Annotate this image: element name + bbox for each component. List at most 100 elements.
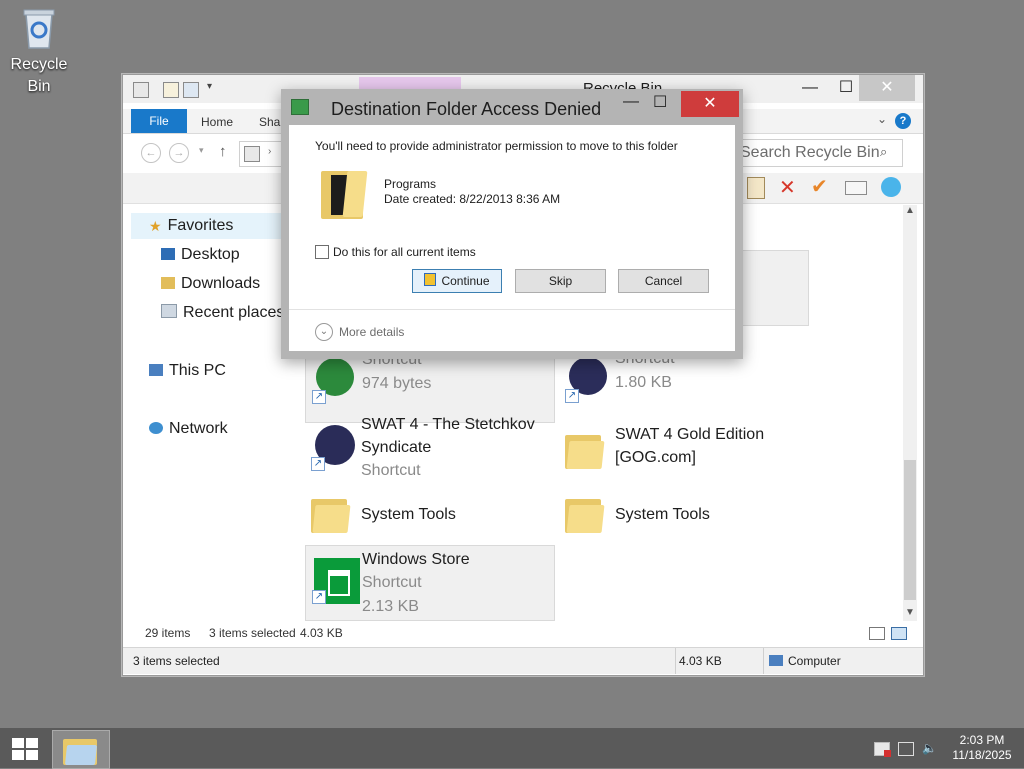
divider: [289, 309, 735, 310]
dialog-maximize-button[interactable]: ☐: [653, 92, 667, 112]
programs-folder-icon: [321, 165, 368, 219]
nav-network[interactable]: Network: [149, 420, 228, 438]
details-status-bar: 3 items selected 4.03 KB Computer: [123, 647, 923, 674]
tab-file[interactable]: File: [131, 109, 187, 133]
file-tile[interactable]: ↗ SWAT 4 - The Stetchkov Syndicate Short…: [305, 411, 553, 485]
nav-downloads[interactable]: Downloads: [161, 275, 260, 293]
close-button[interactable]: ✕: [859, 75, 915, 101]
nav-desktop[interactable]: Desktop: [161, 246, 240, 264]
divider: [675, 648, 676, 674]
details-view-icon[interactable]: [869, 627, 885, 640]
tab-home[interactable]: Home: [201, 109, 233, 133]
search-icon[interactable]: ⌕: [880, 144, 887, 160]
network-tray-icon[interactable]: [898, 742, 914, 756]
file-title: Windows Store: [362, 551, 470, 568]
up-button[interactable]: ↑: [219, 143, 227, 160]
file-title: SWAT 4 - The Stetchkov Syndicate: [361, 416, 535, 456]
action-center-icon[interactable]: [874, 742, 891, 757]
file-title: System Tools: [615, 506, 710, 523]
shortcut-arrow-icon: ↗: [312, 390, 326, 404]
dialog-body: You'll need to provide administrator per…: [289, 125, 735, 351]
file-size: 1.80 KB: [615, 374, 672, 391]
recent-places-icon: [161, 304, 177, 318]
paste-icon[interactable]: [747, 177, 765, 199]
cancel-button[interactable]: Cancel: [618, 269, 709, 293]
continue-label: Continue: [441, 274, 490, 288]
selection-size: 4.03 KB: [300, 626, 343, 640]
large-icons-view-icon[interactable]: [891, 627, 907, 640]
recycle-bin-address-icon: [244, 146, 260, 162]
folder-icon: [565, 429, 605, 469]
dialog-title: Destination Folder Access Denied: [331, 99, 602, 119]
volume-muted-icon[interactable]: 🔈: [922, 742, 937, 754]
swat4-shortcut-icon: ↗: [311, 425, 357, 471]
nav-favorites-label: Favorites: [167, 217, 234, 234]
back-button[interactable]: ←: [141, 143, 161, 163]
file-tile[interactable]: SWAT 4 Gold Edition [GOG.com]: [559, 411, 807, 485]
file-name: Windows Store Shortcut 2.13 KB: [362, 548, 558, 619]
recycle-bin-small-icon: [133, 82, 149, 98]
app-shortcut-icon: ↗: [565, 357, 611, 403]
scroll-down-icon[interactable]: ▼: [905, 607, 915, 618]
continue-button[interactable]: Continue: [412, 269, 502, 293]
properties-icon[interactable]: [163, 82, 179, 98]
file-tile[interactable]: ↗ Windows Store Shortcut 2.13 KB: [305, 545, 555, 621]
folder-icon: [311, 493, 351, 533]
file-type: Shortcut: [362, 574, 422, 591]
folder-icon: [63, 735, 99, 765]
nav-downloads-label: Downloads: [181, 275, 261, 292]
desktop-icon: [161, 248, 175, 260]
nav-favorites[interactable]: ★ Favorites: [149, 217, 233, 235]
nav-this-pc[interactable]: This PC: [149, 362, 226, 380]
breadcrumb-chevron-icon[interactable]: ›: [268, 146, 271, 157]
dialog-minimize-button[interactable]: —: [623, 93, 639, 111]
rename-icon[interactable]: [845, 181, 867, 195]
computer-small-icon: [769, 655, 783, 666]
file-tile[interactable]: System Tools: [559, 487, 807, 541]
file-title: SWAT 4 Gold Edition [GOG.com]: [615, 426, 765, 466]
taskbar: 🔈 2:03 PM 11/18/2025: [0, 728, 1024, 769]
scroll-up-icon[interactable]: ▲: [905, 205, 915, 216]
all-items-checkbox[interactable]: [315, 245, 329, 259]
computer-icon: [149, 364, 163, 376]
app-shortcut-icon: ↗: [312, 358, 358, 404]
bottom-selected: 3 items selected: [133, 654, 220, 668]
clock-date: 11/18/2025: [952, 748, 1012, 762]
delete-icon[interactable]: ✕: [779, 175, 796, 200]
recycle-bin-desktop-icon[interactable]: Recycle Bin: [6, 6, 72, 98]
item-count: 29 items: [145, 626, 191, 640]
vertical-scrollbar[interactable]: ▲ ▼: [903, 205, 917, 621]
recycle-bin-label: Recycle Bin: [10, 56, 68, 95]
file-tile[interactable]: System Tools: [305, 487, 553, 541]
ribbon-expand-icon[interactable]: ⌄: [877, 112, 887, 126]
navigation-pane: ★ Favorites Desktop Downloads Recent plac…: [131, 205, 291, 615]
more-details-link[interactable]: More details: [339, 325, 404, 339]
quick-access-dropdown-icon[interactable]: ▾: [207, 81, 212, 92]
nav-network-label: Network: [169, 420, 228, 437]
clock[interactable]: 2:03 PM 11/18/2025: [944, 733, 1020, 763]
recent-locations-icon[interactable]: ▾: [199, 145, 204, 156]
forward-button[interactable]: →: [169, 143, 189, 163]
check-icon[interactable]: ✔: [811, 174, 828, 199]
nav-recent-places[interactable]: Recent places: [161, 304, 291, 322]
nav-desktop-label: Desktop: [181, 246, 240, 263]
start-button[interactable]: [12, 738, 38, 760]
uac-shield-icon: [424, 273, 437, 286]
clock-time: 2:03 PM: [959, 733, 1005, 747]
selection-count: 3 items selected: [209, 626, 296, 640]
scrollbar-thumb[interactable]: [904, 460, 916, 600]
checkbox-label[interactable]: Do this for all current items: [333, 245, 476, 259]
star-icon: ★: [149, 218, 162, 234]
dialog-message: You'll need to provide administrator per…: [315, 139, 678, 153]
search-input[interactable]: Search Recycle Bin ⌕: [733, 139, 903, 167]
new-folder-icon[interactable]: [183, 82, 199, 98]
dialog-close-button[interactable]: ✕: [681, 91, 739, 117]
globe-icon[interactable]: [881, 177, 901, 197]
taskbar-explorer-button[interactable]: [52, 730, 110, 769]
skip-button[interactable]: Skip: [515, 269, 606, 293]
nav-this-pc-label: This PC: [169, 362, 226, 379]
help-icon[interactable]: ?: [895, 113, 911, 129]
chevron-down-icon[interactable]: ⌄: [315, 323, 333, 341]
nav-recent-label: Recent places: [183, 304, 285, 321]
file-size: 974 bytes: [362, 375, 432, 392]
